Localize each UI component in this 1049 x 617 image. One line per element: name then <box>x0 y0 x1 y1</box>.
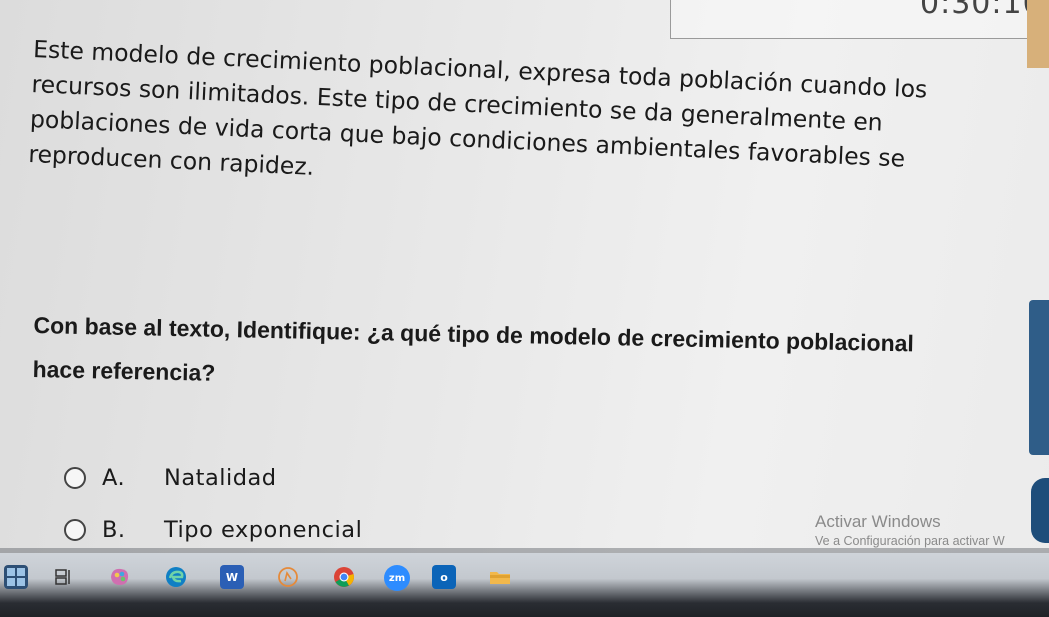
zoom-icon[interactable]: zm <box>384 565 410 591</box>
right-edge-decoration <box>1027 0 1049 68</box>
watermark-title: Activar Windows <box>815 512 941 531</box>
radio-button-b[interactable] <box>64 519 86 541</box>
taskbar: W zm o <box>0 553 1049 617</box>
option-letter: B. <box>102 517 126 543</box>
passage-text: Este modelo de crecimiento poblacional, … <box>28 32 1033 217</box>
option-a[interactable]: A. Natalidad <box>64 452 362 504</box>
chrome-icon[interactable] <box>332 565 356 589</box>
folder-icon[interactable] <box>488 565 512 589</box>
windows-icon[interactable] <box>4 565 28 589</box>
task-view-icon[interactable] <box>52 565 76 589</box>
photos-icon[interactable] <box>276 565 300 589</box>
edge-icon[interactable] <box>164 565 188 589</box>
paint-icon[interactable] <box>108 565 132 589</box>
option-label: Natalidad <box>164 465 277 491</box>
answer-options: A. Natalidad B. Tipo exponencial <box>64 452 362 556</box>
outlook-icon[interactable]: o <box>432 565 456 589</box>
radio-button-a[interactable] <box>64 467 86 489</box>
side-panel-edge-lower <box>1031 478 1049 543</box>
watermark-subtitle: Ve a Configuración para activar W <box>815 534 1005 548</box>
word-icon[interactable]: W <box>220 565 244 589</box>
windows-activation-watermark: Activar Windows Ve a Configuración para … <box>815 512 1005 548</box>
option-label: Tipo exponencial <box>164 517 363 543</box>
question-text: Con base al texto, Identifique: ¿a qué t… <box>32 303 1034 412</box>
option-letter: A. <box>102 465 126 491</box>
timer: 0:30:10 <box>920 0 1043 21</box>
